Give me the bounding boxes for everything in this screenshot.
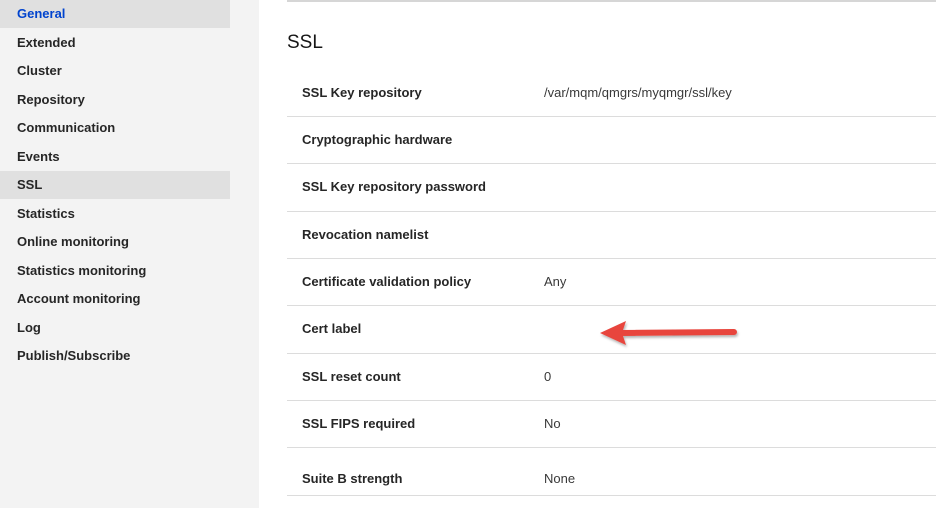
sidebar-item-statistics[interactable]: Statistics xyxy=(0,200,230,228)
section-title: SSL xyxy=(287,32,323,53)
property-row-certificate-validation-policy: Certificate validation policy Any xyxy=(287,259,936,306)
property-value: Any xyxy=(544,274,567,289)
property-label: Cert label xyxy=(302,321,362,336)
divider xyxy=(287,0,936,2)
sidebar-item-publish-subscribe[interactable]: Publish/Subscribe xyxy=(0,342,230,370)
property-label: Suite B strength xyxy=(302,471,403,486)
sidebar-item-extended[interactable]: Extended xyxy=(0,29,230,57)
sidebar-item-log[interactable]: Log xyxy=(0,314,230,342)
property-row-suite-b-strength: Suite B strength None xyxy=(287,448,936,496)
sidebar-item-repository[interactable]: Repository xyxy=(0,86,230,114)
sidebar: General Extended Cluster Repository Comm… xyxy=(0,0,259,508)
sidebar-item-general[interactable]: General xyxy=(0,0,230,28)
property-label: Revocation namelist xyxy=(302,227,429,242)
property-label: SSL Key repository xyxy=(302,85,422,100)
app-root: General Extended Cluster Repository Comm… xyxy=(0,0,936,508)
property-value: None xyxy=(544,471,576,486)
property-label: Certificate validation policy xyxy=(302,274,472,289)
property-row-ssl-key-repository-password: SSL Key repository password xyxy=(287,164,936,212)
property-value: No xyxy=(544,416,561,431)
main-panel: SSL SSL Key repository /var/mqm/qmgrs/my… xyxy=(259,0,936,508)
sidebar-item-account-monitoring[interactable]: Account monitoring xyxy=(0,285,230,313)
sidebar-item-cluster[interactable]: Cluster xyxy=(0,57,230,85)
property-value: /var/mqm/qmgrs/myqmgr/ssl/key xyxy=(544,85,732,100)
property-label: Cryptographic hardware xyxy=(302,132,453,147)
property-row-revocation-namelist: Revocation namelist xyxy=(287,212,936,259)
sidebar-item-ssl[interactable]: SSL xyxy=(0,171,230,199)
property-row-cryptographic-hardware: Cryptographic hardware xyxy=(287,117,936,164)
property-row-ssl-key-repository: SSL Key repository /var/mqm/qmgrs/myqmgr… xyxy=(287,70,936,117)
sidebar-item-events[interactable]: Events xyxy=(0,143,230,171)
property-row-ssl-reset-count: SSL reset count 0 xyxy=(287,354,936,401)
property-label: SSL Key repository password xyxy=(302,179,486,194)
sidebar-item-statistics-monitoring[interactable]: Statistics monitoring xyxy=(0,257,230,285)
property-label: SSL FIPS required xyxy=(302,416,416,431)
property-row-ssl-fips-required: SSL FIPS required No xyxy=(287,401,936,448)
property-value: 0 xyxy=(544,369,552,384)
sidebar-item-communication[interactable]: Communication xyxy=(0,114,230,142)
property-label: SSL reset count xyxy=(302,369,401,384)
annotation-arrow-icon xyxy=(600,321,737,345)
sidebar-item-online-monitoring[interactable]: Online monitoring xyxy=(0,228,230,256)
